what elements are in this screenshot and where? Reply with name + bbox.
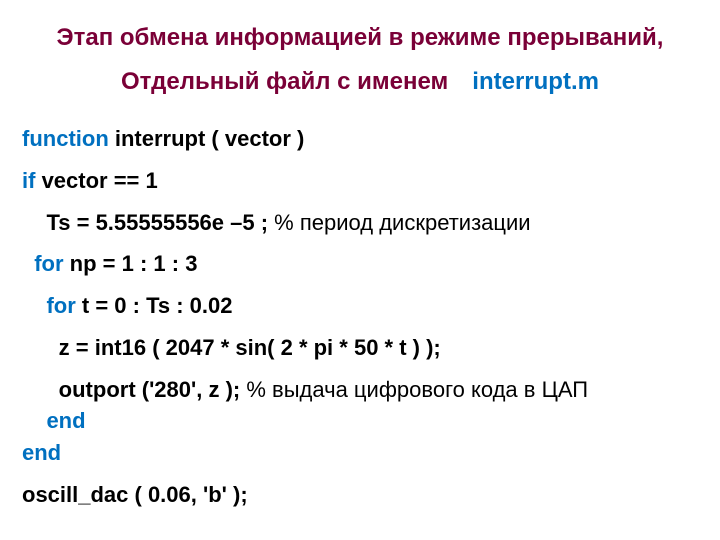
kw-for-outer: for <box>22 251 64 276</box>
code-line-end-outer: end <box>22 438 700 468</box>
code-outport: outport ('280', z ); <box>22 377 246 402</box>
code-line-for-outer: for np = 1 : 1 : 3 <box>22 249 700 279</box>
code-z: z = int16 ( 2047 * sin( 2 * pi * 50 * t … <box>22 335 441 360</box>
code-line-ts: Ts = 5.55555556e –5 ; % период дискретиз… <box>22 208 700 238</box>
code-for-outer-tail: np = 1 : 1 : 3 <box>64 251 198 276</box>
code-line-for-inner: for t = 0 : Ts : 0.02 <box>22 291 700 321</box>
code-line-outport: outport ('280', z ); % выдача цифрового … <box>22 375 700 405</box>
slide-title-filename: interrupt.m <box>472 68 599 95</box>
code-sig: interrupt ( vector ) <box>109 126 305 151</box>
code-line-oscill: oscill_dac ( 0.06, 'b' ); <box>22 480 700 510</box>
code-line-if: if vector == 1 <box>22 166 700 196</box>
kw-for-inner: for <box>22 293 76 318</box>
kw-if: if <box>22 168 35 193</box>
code-line-function: function interrupt ( vector ) <box>22 124 700 154</box>
code-line-end-inner: end <box>22 406 700 436</box>
code-line-z: z = int16 ( 2047 * sin( 2 * pi * 50 * t … <box>22 333 700 363</box>
kw-function: function <box>22 126 109 151</box>
code-cond: vector == 1 <box>35 168 157 193</box>
slide-title-line2-text: Отдельный файл с именем <box>121 68 448 95</box>
code-for-inner-tail: t = 0 : Ts : 0.02 <box>76 293 233 318</box>
code-block: function interrupt ( vector ) if vector … <box>20 124 700 509</box>
code-outport-comment: % выдача цифрового кода в ЦАП <box>246 377 588 402</box>
kw-end-outer: end <box>22 440 61 465</box>
slide-title-line2: Отдельный файл с именем interrupt.m <box>20 68 700 96</box>
code-ts-comment: % период дискретизации <box>274 210 530 235</box>
slide-title-line1: Этап обмена информацией в режиме прерыва… <box>20 22 700 54</box>
kw-end-inner: end <box>22 408 86 433</box>
code-ts: Ts = 5.55555556e –5 ; <box>22 210 274 235</box>
code-oscill: oscill_dac ( 0.06, 'b' ); <box>22 482 248 507</box>
